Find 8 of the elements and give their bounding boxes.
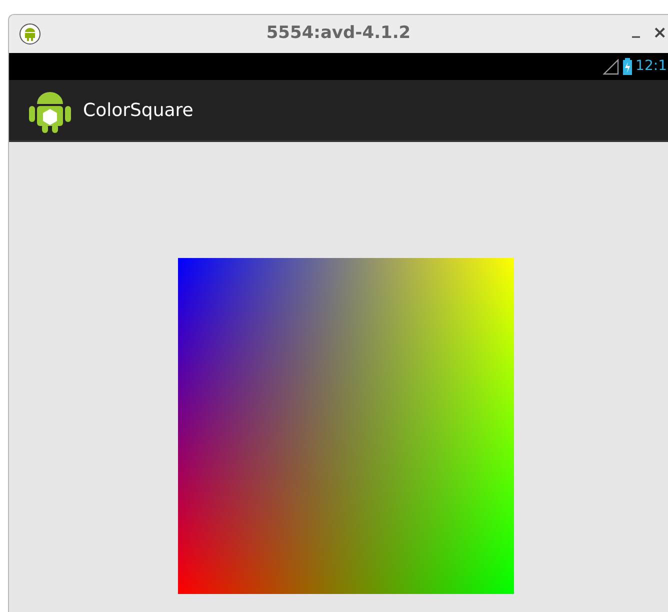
status-time: 12:1 <box>636 57 667 76</box>
app-title: ColorSquare <box>83 98 194 122</box>
signal-icon <box>602 58 619 74</box>
android-icon <box>19 23 41 45</box>
close-button[interactable]: × <box>652 25 667 42</box>
window-title: 5554:avd-4.1.2 <box>266 22 411 46</box>
minimize-button[interactable]: _ <box>632 21 640 37</box>
battery-icon <box>622 58 632 75</box>
